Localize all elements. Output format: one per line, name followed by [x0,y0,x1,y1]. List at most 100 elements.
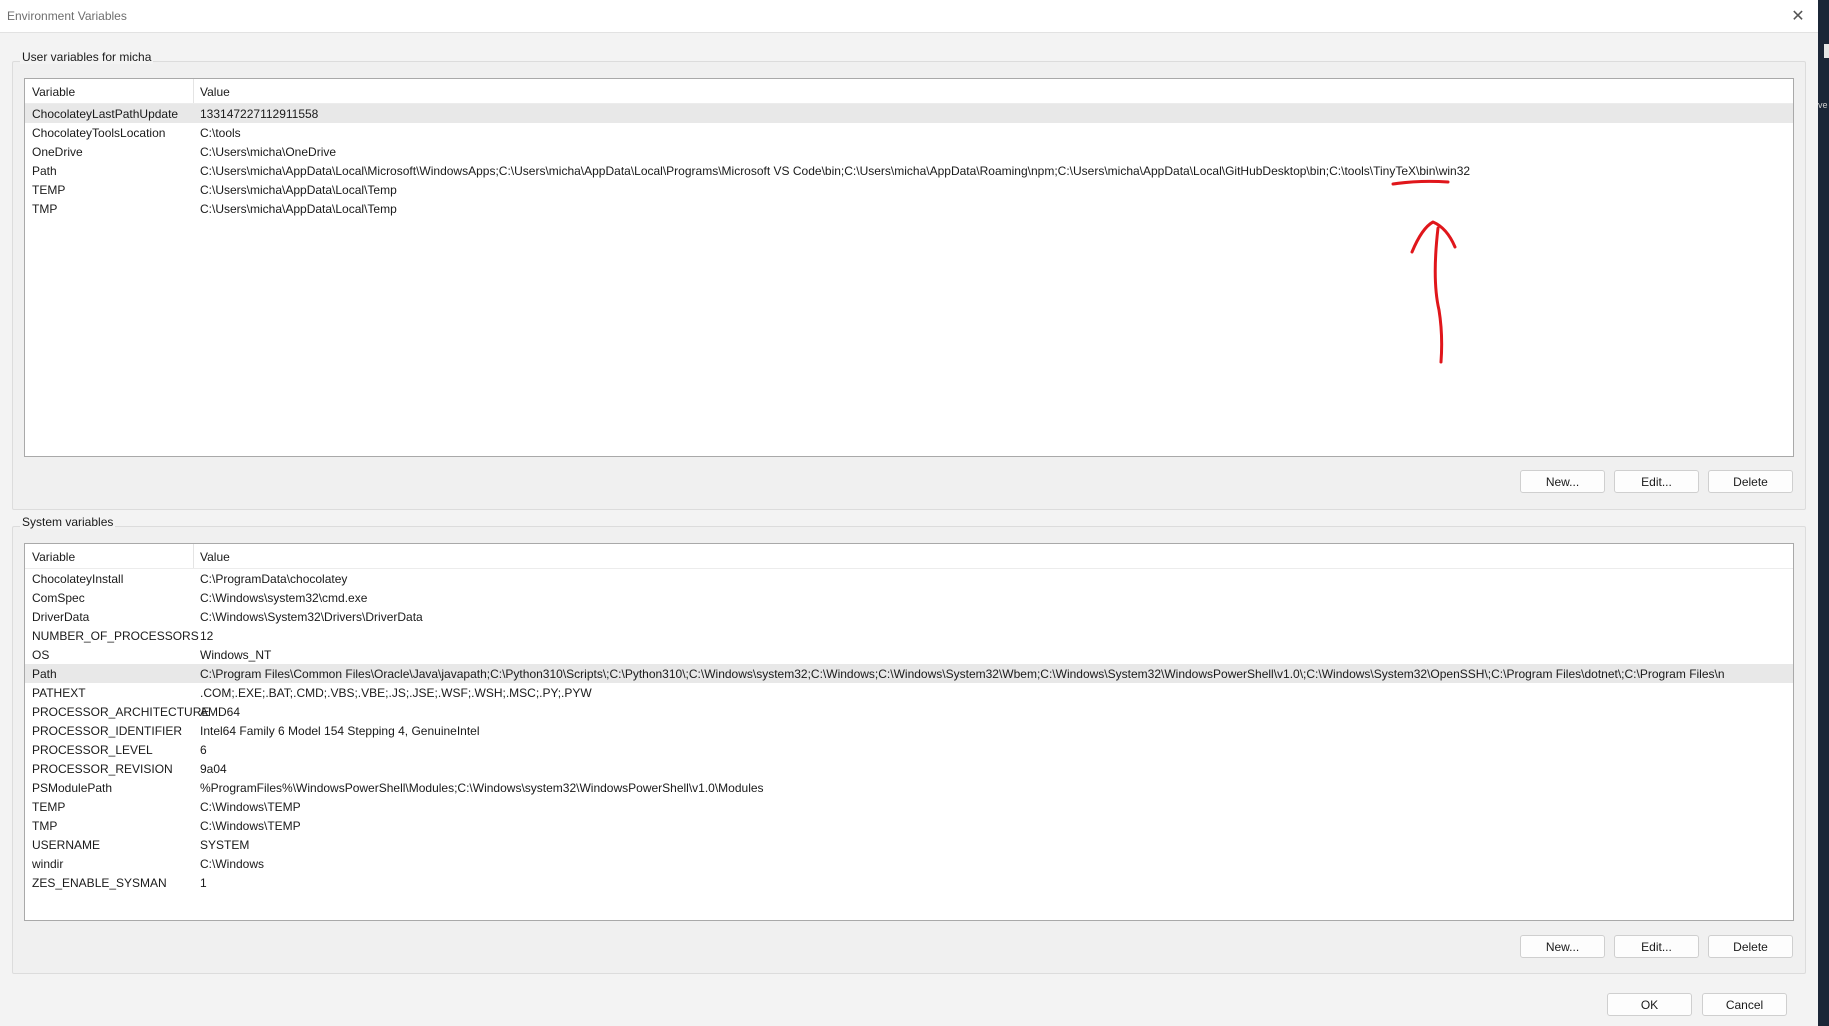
variable-cell: NUMBER_OF_PROCESSORS [32,629,199,643]
system-variables-group: System variables Variable Value Chocolat… [12,515,1806,974]
value-cell: 12 [200,629,214,643]
list-header: Variable Value [25,79,1793,104]
table-row[interactable]: ComSpec C:\Windows\system32\cmd.exe [25,588,1793,607]
variable-cell: TEMP [32,183,66,197]
variable-cell: OS [32,648,50,662]
value-cell: .COM;.EXE;.BAT;.CMD;.VBS;.VBE;.JS;.JSE;.… [200,686,592,700]
table-row[interactable]: TMP C:\Windows\TEMP [25,816,1793,835]
variable-cell: PROCESSOR_IDENTIFIER [32,724,183,738]
column-divider[interactable] [193,79,194,103]
user-new-button[interactable]: New... [1520,470,1605,493]
environment-variables-dialog: Environment Variables ✕ User variables f… [0,0,1819,1026]
value-cell: C:\Windows\system32\cmd.exe [200,591,368,605]
value-cell: Windows_NT [200,648,272,662]
value-cell: 1 [200,876,207,890]
value-cell: C:\Windows\TEMP [200,800,301,814]
value-cell: SYSTEM [200,838,250,852]
cancel-button[interactable]: Cancel [1702,993,1787,1016]
user-variables-group: User variables for micha Variable Value … [12,50,1806,510]
system-variables-label: System variables [20,515,116,529]
value-cell: C:\Windows\System32\Drivers\DriverData [200,610,423,624]
column-header-variable[interactable]: Variable [32,550,75,564]
variable-cell: TMP [32,202,58,216]
background-window-text: ve [1818,100,1828,110]
ok-button[interactable]: OK [1607,993,1692,1016]
title-bar: Environment Variables ✕ [0,0,1818,33]
variable-cell: TMP [32,819,58,833]
system-delete-button[interactable]: Delete [1708,935,1793,958]
value-cell: 6 [200,743,207,757]
value-cell: C:\Users\micha\AppData\Local\Temp [200,202,397,216]
table-row[interactable]: Path C:\Program Files\Common Files\Oracle… [25,664,1793,683]
background-window-mark [1824,44,1829,58]
table-row[interactable]: TMP C:\Users\micha\AppData\Local\Temp [25,199,1793,218]
variable-cell: PSModulePath [32,781,113,795]
window-title: Environment Variables [7,9,127,23]
system-edit-button[interactable]: Edit... [1614,935,1699,958]
system-variables-list[interactable]: Variable Value ChocolateyInstall C:\Progr… [24,543,1794,921]
user-edit-button[interactable]: Edit... [1614,470,1699,493]
value-cell: AMD64 [200,705,241,719]
table-row[interactable]: PATHEXT .COM;.EXE;.BAT;.CMD;.VBS;.VBE;.JS… [25,683,1793,702]
variable-cell: PROCESSOR_REVISION [32,762,173,776]
value-cell: C:\Users\micha\AppData\Local\Temp [200,183,397,197]
table-row[interactable]: PROCESSOR_LEVEL 6 [25,740,1793,759]
table-row[interactable]: OS Windows_NT [25,645,1793,664]
table-row[interactable]: Path C:\Users\micha\AppData\Local\Microso… [25,161,1793,180]
value-cell: Intel64 Family 6 Model 154 Stepping 4, G… [200,724,480,738]
table-row[interactable]: PSModulePath %ProgramFiles%\WindowsPowerS… [25,778,1793,797]
table-row[interactable]: TEMP C:\Windows\TEMP [25,797,1793,816]
variable-cell: OneDrive [32,145,83,159]
system-rows: ChocolateyInstall C:\ProgramData\chocolat… [25,569,1793,892]
variable-cell: windir [32,857,64,871]
value-cell: C:\tools [200,126,241,140]
value-cell: C:\Program Files\Common Files\Oracle\Jav… [200,667,1725,681]
variable-cell: ChocolateyLastPathUpdate [32,107,179,121]
value-cell: %ProgramFiles%\WindowsPowerShell\Modules… [200,781,764,795]
user-delete-button[interactable]: Delete [1708,470,1793,493]
column-divider[interactable] [193,544,194,568]
variable-cell: USERNAME [32,838,101,852]
table-row[interactable]: ChocolateyLastPathUpdate 1331472271129115… [25,104,1793,123]
table-row[interactable]: PROCESSOR_REVISION 9a04 [25,759,1793,778]
list-header: Variable Value [25,544,1793,569]
table-row[interactable]: windir C:\Windows [25,854,1793,873]
value-cell: C:\Windows [200,857,265,871]
column-header-value[interactable]: Value [200,85,230,99]
variable-cell: PROCESSOR_LEVEL [32,743,153,757]
user-variables-label: User variables for micha [20,50,154,64]
background-window-edge: ve [1818,0,1829,1026]
close-icon[interactable]: ✕ [1778,0,1818,32]
column-header-value[interactable]: Value [200,550,230,564]
table-row[interactable]: ZES_ENABLE_SYSMAN 1 [25,873,1793,892]
variable-cell: PATHEXT [32,686,86,700]
table-row[interactable]: PROCESSOR_ARCHITECTURE AMD64 [25,702,1793,721]
variable-cell: TEMP [32,800,66,814]
table-row[interactable]: NUMBER_OF_PROCESSORS 12 [25,626,1793,645]
table-row[interactable]: DriverData C:\Windows\System32\Drivers\Dr… [25,607,1793,626]
table-row[interactable]: TEMP C:\Users\micha\AppData\Local\Temp [25,180,1793,199]
variable-cell: ZES_ENABLE_SYSMAN [32,876,167,890]
system-new-button[interactable]: New... [1520,935,1605,958]
table-row[interactable]: ChocolateyToolsLocation C:\tools [25,123,1793,142]
variable-cell: ComSpec [32,591,85,605]
user-variables-list[interactable]: Variable Value ChocolateyLastPathUpdate 1… [24,78,1794,457]
variable-cell: ChocolateyInstall [32,572,124,586]
value-cell: C:\ProgramData\chocolatey [200,572,348,586]
table-row[interactable]: PROCESSOR_IDENTIFIER Intel64 Family 6 Mod… [25,721,1793,740]
value-cell: C:\Users\micha\AppData\Local\Microsoft\W… [200,164,1471,178]
variable-cell: DriverData [32,610,90,624]
column-header-variable[interactable]: Variable [32,85,75,99]
value-cell: C:\Windows\TEMP [200,819,301,833]
value-cell: 9a04 [200,762,227,776]
user-rows: ChocolateyLastPathUpdate 1331472271129115… [25,104,1793,218]
variable-cell: PROCESSOR_ARCHITECTURE [32,705,210,719]
value-cell: 133147227112911558 [200,107,319,121]
variable-cell: Path [32,667,57,681]
table-row[interactable]: USERNAME SYSTEM [25,835,1793,854]
table-row[interactable]: ChocolateyInstall C:\ProgramData\chocolat… [25,569,1793,588]
table-row[interactable]: OneDrive C:\Users\micha\OneDrive [25,142,1793,161]
variable-cell: Path [32,164,57,178]
variable-cell: ChocolateyToolsLocation [32,126,166,140]
value-cell: C:\Users\micha\OneDrive [200,145,337,159]
